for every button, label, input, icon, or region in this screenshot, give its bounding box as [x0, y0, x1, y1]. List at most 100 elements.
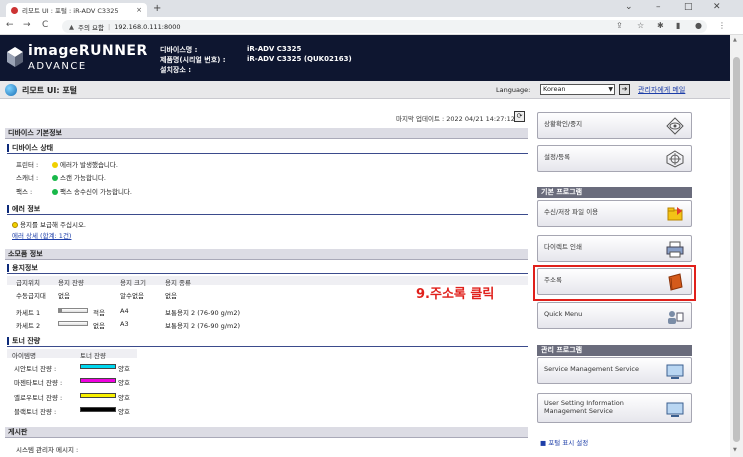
- sidebar-icon[interactable]: ▮: [676, 21, 680, 30]
- paper-col-source: 급지위치: [16, 279, 40, 287]
- url-input[interactable]: ▲ 주의 요함 | 192.168.0.111:8000: [62, 20, 707, 33]
- paper-col-level: 용지 잔량: [58, 279, 84, 287]
- reload-icon[interactable]: C: [42, 20, 48, 30]
- scan-send-button[interactable]: 수신/저장 파일 이용: [537, 200, 692, 227]
- security-label: 주의 요함: [78, 23, 104, 32]
- product-name-value: iR-ADV C3325 (QUK02163): [247, 55, 352, 63]
- printer-status: 에러가 발생했습니다.: [52, 159, 118, 169]
- forward-arrow-icon[interactable]: →: [23, 20, 31, 30]
- paper-source: 카세트 2: [16, 322, 41, 330]
- quick-menu-button[interactable]: Quick Menu: [537, 302, 692, 329]
- toner-status: 양호: [118, 365, 130, 373]
- tab-search-icon[interactable]: ⌄: [625, 2, 633, 12]
- service-management-button[interactable]: Service Management Service: [537, 357, 692, 384]
- portal-display-settings-link[interactable]: ■ 포털 표시 설정: [540, 437, 588, 447]
- paper-source: 수동급지대: [16, 292, 46, 300]
- status-monitor-button[interactable]: 상황확인/중지: [537, 112, 692, 139]
- url-text: 192.168.0.111:8000: [114, 22, 181, 31]
- toner-name: 옐로우토너 잔량 :: [14, 394, 63, 402]
- scanner-status: 스캔 가능합니다.: [52, 172, 106, 182]
- new-tab-button[interactable]: +: [153, 3, 161, 14]
- fax-label: 팩스 :: [16, 188, 33, 196]
- last-update-text: 마지막 업데이트 : 2022 04/21 14:27:12: [396, 115, 515, 123]
- scrollbar-thumb[interactable]: [733, 57, 740, 442]
- language-label: Language:: [496, 86, 531, 94]
- refresh-button[interactable]: ⟳: [514, 111, 525, 122]
- error-message: 용지를 보급해 주십시오.: [12, 219, 86, 229]
- portal-globe-icon: [5, 84, 17, 96]
- direct-print-button[interactable]: 다이렉트 인쇄: [537, 235, 692, 262]
- chevron-down-icon: ▼: [608, 86, 613, 93]
- magenta-toner-bar: [80, 378, 116, 383]
- gear-icon: [666, 150, 684, 168]
- paper-level: 적음: [93, 309, 105, 317]
- toner-col-item: 아이템명: [12, 352, 36, 360]
- maximize-button[interactable]: □: [684, 2, 693, 12]
- paper-level: 없음: [58, 292, 70, 300]
- admin-programs-heading: 관리 프로그램: [537, 345, 692, 356]
- service-management-label: Service Management Service: [544, 365, 639, 373]
- yellow-toner-bar: [80, 393, 116, 398]
- step-annotation: 9.주소록 클릭: [416, 287, 495, 302]
- kebab-menu-icon[interactable]: ⋮: [718, 21, 726, 30]
- basic-programs-heading: 기본 프로그램: [537, 187, 692, 198]
- language-apply-button[interactable]: ➔: [619, 84, 630, 95]
- profile-avatar-icon[interactable]: ●: [695, 21, 702, 30]
- extensions-icon[interactable]: ✱: [657, 21, 664, 30]
- toner-heading: 토너 잔량: [7, 337, 40, 345]
- product-name-label: 제품명(시리얼 번호) :: [160, 56, 226, 64]
- paper-type: 없음: [165, 292, 177, 300]
- paper-level-bar: [58, 321, 88, 326]
- toner-name: 블랙토너 잔량 :: [14, 408, 57, 416]
- browser-tab[interactable]: 리모트 UI : 포털 : iR-ADV C3325 ×: [6, 3, 147, 17]
- paper-col-type: 용지 종류: [165, 279, 191, 287]
- share-icon[interactable]: ⇪: [616, 21, 623, 30]
- printer-icon: [666, 241, 684, 258]
- scroll-down-icon[interactable]: ▼: [733, 447, 737, 453]
- paper-level: 없음: [93, 322, 105, 330]
- monitor-icon: [666, 402, 684, 417]
- device-status-heading: 디바이스 상태: [7, 144, 53, 152]
- quick-menu-icon: [668, 311, 684, 324]
- direct-print-label: 다이렉트 인쇄: [544, 243, 582, 251]
- paper-col-size: 용지 크기: [120, 279, 146, 287]
- paper-info-heading: 용지정보: [7, 264, 38, 272]
- section-device-basic-info: 디바이스 기본정보: [5, 128, 528, 139]
- back-arrow-icon[interactable]: ←: [6, 20, 14, 30]
- mail-to-admin-link[interactable]: 관리자에게 메일: [638, 85, 685, 95]
- admin-message-label: 시스템 관리자 메시지 :: [16, 446, 79, 454]
- black-toner-bar: [80, 407, 116, 412]
- warning-triangle-icon: ▲: [69, 22, 74, 31]
- settings-button[interactable]: 설정/등록: [537, 145, 692, 172]
- toner-status: 양호: [118, 394, 130, 402]
- fax-status: 팩스 송수신이 가능합니다.: [52, 186, 132, 196]
- scroll-up-icon[interactable]: ▲: [733, 37, 737, 43]
- paper-size: 알수없음: [120, 292, 144, 300]
- location-label: 설치장소 :: [160, 66, 191, 74]
- alert-icon: [12, 222, 18, 228]
- bookmark-star-icon[interactable]: ☆: [637, 21, 644, 30]
- toner-col-level: 토너 잔량: [80, 352, 106, 360]
- status-monitor-label: 상황확인/중지: [544, 120, 583, 128]
- paper-size: A4: [120, 307, 129, 315]
- user-setting-management-button[interactable]: User Setting Information Management Servi…: [537, 393, 692, 423]
- window-close-button[interactable]: ✕: [713, 2, 721, 12]
- error-detail-link[interactable]: 에러 상세 (합계: 1건): [12, 230, 71, 240]
- toner-name: 마젠타토너 잔량 :: [14, 379, 63, 387]
- brand-subname: ADVANCE: [28, 61, 87, 72]
- imagerunner-logo-icon: [7, 47, 23, 67]
- tab-title: 리모트 UI : 포털 : iR-ADV C3325: [22, 7, 119, 15]
- ok-status-icon: [52, 189, 58, 195]
- paper-level-bar: [58, 308, 88, 313]
- brand-name: imageRUNNER: [28, 43, 148, 59]
- language-select[interactable]: Korean ▼: [540, 84, 615, 95]
- toner-name: 시안토너 잔량 :: [14, 365, 57, 373]
- paper-type: 보통용지 2 (76-90 g/m2): [165, 309, 240, 317]
- ok-status-icon: [52, 175, 58, 181]
- minimize-button[interactable]: –: [656, 2, 661, 12]
- monitor-icon: [666, 364, 684, 379]
- address-book-highlight-box: [533, 265, 696, 301]
- printer-label: 프린터 :: [16, 161, 39, 169]
- section-consumables: 소모품 정보: [5, 249, 528, 260]
- tab-close-icon[interactable]: ×: [136, 6, 142, 14]
